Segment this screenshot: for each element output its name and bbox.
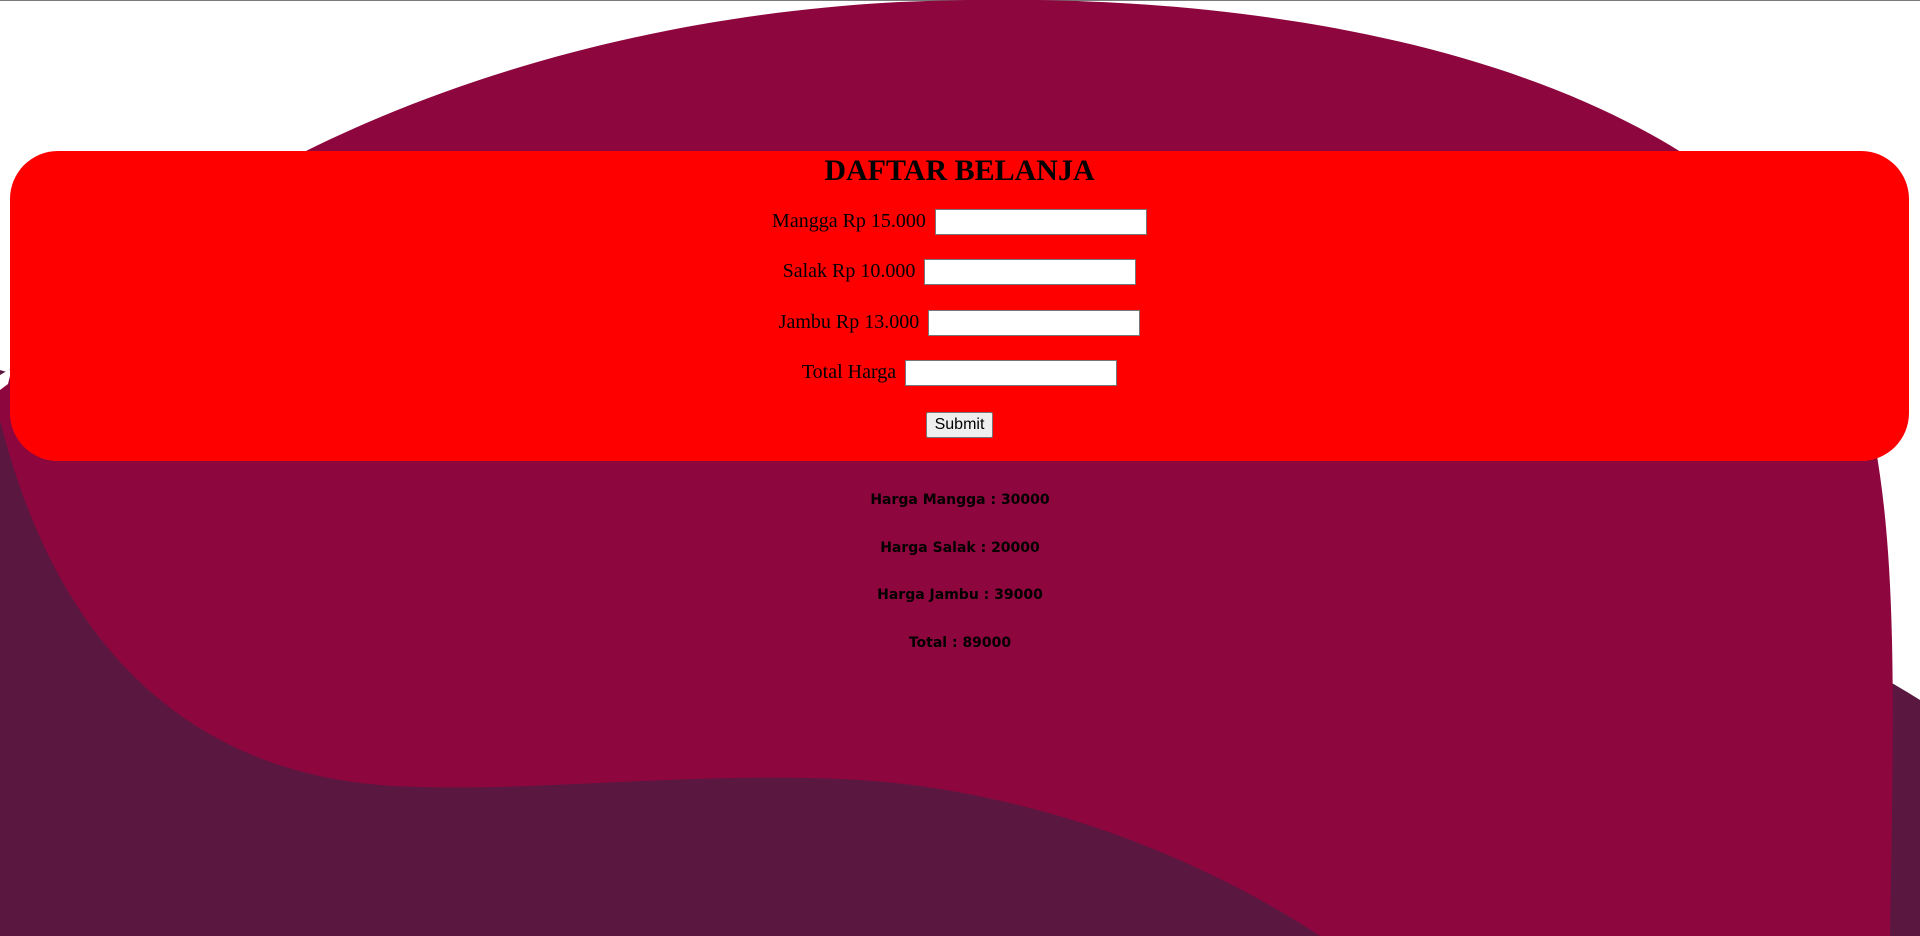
- result-total: Total : 89000: [908, 635, 1012, 651]
- background-wave-shapes: [0, 0, 1920, 936]
- result-harga-jambu: Harga Jambu : 39000: [877, 587, 1043, 603]
- result-harga-mangga: Harga Mangga : 30000: [870, 492, 1050, 508]
- salak-label: Salak Rp 10.000: [782, 260, 916, 282]
- total-harga-label: Total Harga: [801, 361, 897, 383]
- jambu-input[interactable]: [928, 310, 1141, 337]
- submit-button[interactable]: Submit: [925, 412, 994, 438]
- submit-row: Submit: [10, 412, 1909, 438]
- result-harga-salak: Harga Salak : 20000: [880, 540, 1040, 556]
- jambu-row: Jambu Rp 13.000: [10, 309, 1909, 337]
- shopping-form-card: DAFTAR BELANJA Mangga Rp 15.000 Salak Rp…: [10, 151, 1909, 461]
- form-title: DAFTAR BELANJA: [824, 154, 1095, 187]
- total-harga-row: Total Harga: [10, 359, 1909, 387]
- mangga-label: Mangga Rp 15.000: [772, 210, 926, 232]
- jambu-label: Jambu Rp 13.000: [778, 311, 920, 333]
- mangga-row: Mangga Rp 15.000: [10, 208, 1909, 236]
- salak-input[interactable]: [924, 259, 1137, 286]
- total-harga-input[interactable]: [905, 360, 1118, 387]
- salak-row: Salak Rp 10.000: [10, 258, 1909, 286]
- mangga-input[interactable]: [934, 209, 1147, 236]
